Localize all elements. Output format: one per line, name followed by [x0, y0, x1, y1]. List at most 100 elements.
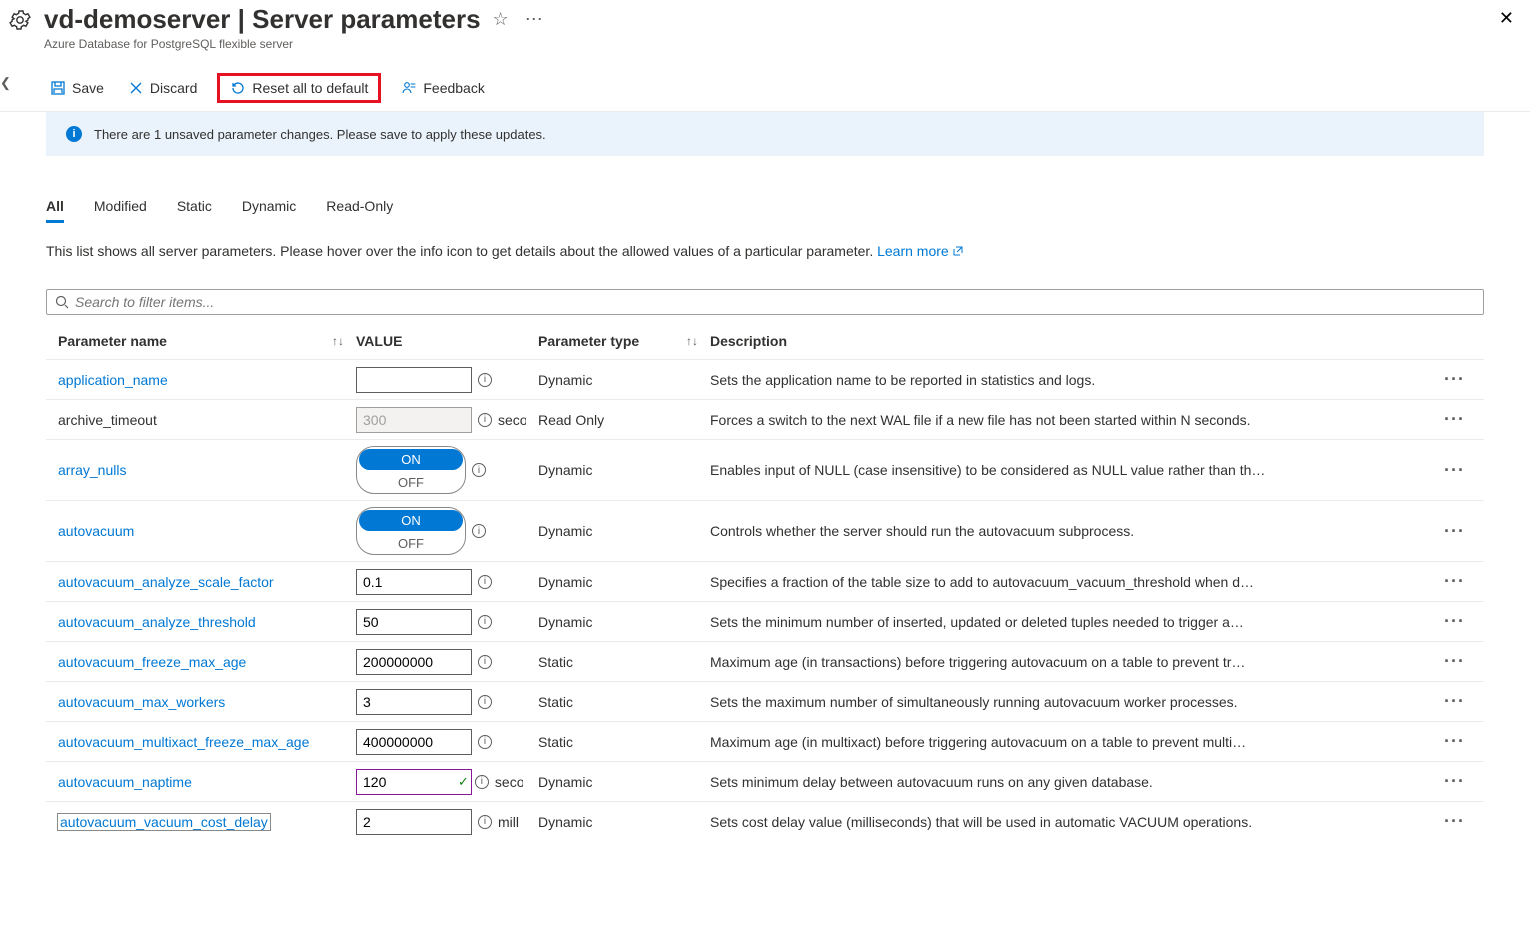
table-row: autovacuum_multixact_freeze_max_age i Stat…: [46, 721, 1484, 761]
parameter-type: Static: [538, 734, 573, 750]
row-more-button[interactable]: ···: [1444, 811, 1465, 831]
info-icon[interactable]: i: [478, 655, 492, 669]
parameter-type: Dynamic: [538, 372, 592, 388]
tab-dynamic[interactable]: Dynamic: [242, 192, 296, 223]
parameter-type: Dynamic: [538, 814, 592, 830]
parameter-description: Sets the maximum number of simultaneousl…: [710, 694, 1444, 710]
toggle-on-off[interactable]: ONOFF: [356, 446, 466, 494]
row-more-button[interactable]: ···: [1444, 691, 1465, 711]
value-input[interactable]: [356, 729, 472, 755]
more-header-button[interactable]: ⋯: [521, 5, 547, 34]
parameter-description: Sets the minimum number of inserted, upd…: [710, 614, 1444, 630]
parameter-description: Sets cost delay value (milliseconds) tha…: [710, 814, 1444, 830]
value-input[interactable]: [356, 689, 472, 715]
table-row: autovacuum_vacuum_cost_delay imill Dynamic…: [46, 801, 1484, 841]
parameter-name-link[interactable]: autovacuum_analyze_threshold: [58, 614, 256, 630]
parameter-description: Specifies a fraction of the table size t…: [710, 574, 1444, 590]
learn-more-link[interactable]: Learn more: [877, 243, 962, 259]
sort-icon: ↑↓: [686, 334, 698, 348]
value-input: [356, 407, 472, 433]
parameter-name-link[interactable]: autovacuum_freeze_max_age: [58, 654, 246, 670]
table-row: autovacuum_analyze_scale_factoriDynamicS…: [46, 561, 1484, 601]
parameter-name-link: archive_timeout: [58, 412, 157, 428]
parameter-name-link[interactable]: autovacuum_analyze_scale_factor: [58, 574, 274, 590]
discard-button[interactable]: Discard: [124, 78, 201, 98]
table-row: autovacuum_naptime✓isecoDynamicSets mini…: [46, 761, 1484, 801]
search-box[interactable]: [46, 289, 1484, 315]
feedback-button[interactable]: Feedback: [397, 78, 488, 98]
parameter-name-link[interactable]: autovacuum_multixact_freeze_max_age: [58, 734, 309, 750]
parameter-name-link[interactable]: array_nulls: [58, 462, 126, 478]
row-more-button[interactable]: ···: [1444, 771, 1465, 791]
info-icon[interactable]: i: [478, 815, 492, 829]
col-header-desc[interactable]: Description: [710, 333, 1444, 349]
parameter-type: Dynamic: [538, 614, 592, 630]
info-icon[interactable]: i: [478, 373, 492, 387]
search-input[interactable]: [75, 294, 1475, 310]
tabs: All Modified Static Dynamic Read-Only: [46, 192, 1484, 223]
parameter-name-link[interactable]: autovacuum_naptime: [58, 774, 192, 790]
col-header-value[interactable]: VALUE: [356, 333, 538, 349]
parameter-name-link[interactable]: autovacuum_max_workers: [58, 694, 225, 710]
table-row: autovacuum_max_workers i Static Sets the ma…: [46, 681, 1484, 721]
table-row: archive_timeoutisecoRead OnlyForces a sw…: [46, 399, 1484, 439]
save-button[interactable]: Save: [46, 78, 108, 98]
reset-highlight: Reset all to default: [217, 73, 381, 103]
gear-icon: [8, 8, 32, 32]
row-more-button[interactable]: ···: [1444, 731, 1465, 751]
row-more-button[interactable]: ···: [1444, 369, 1465, 389]
tab-static[interactable]: Static: [177, 192, 212, 223]
unit-label: mill: [498, 814, 519, 830]
chevron-icon[interactable]: ❮: [0, 75, 11, 91]
parameter-type: Dynamic: [538, 462, 592, 478]
close-button[interactable]: ✕: [1499, 8, 1514, 29]
reset-all-button[interactable]: Reset all to default: [226, 78, 372, 98]
row-more-button[interactable]: ···: [1444, 460, 1465, 480]
parameter-type: Static: [538, 654, 573, 670]
table-header: Parameter name↑↓ VALUE Parameter type↑↓ …: [46, 325, 1484, 359]
parameter-type: Static: [538, 694, 573, 710]
table-row: autovacuumONOFFiDynamicControls whether …: [46, 500, 1484, 561]
value-input[interactable]: [356, 367, 472, 393]
info-icon[interactable]: i: [478, 695, 492, 709]
check-icon: ✓: [458, 774, 469, 790]
col-header-name[interactable]: Parameter name↑↓: [46, 333, 356, 349]
info-icon[interactable]: i: [478, 575, 492, 589]
info-banner: i There are 1 unsaved parameter changes.…: [46, 112, 1484, 156]
value-input[interactable]: [356, 609, 472, 635]
info-icon[interactable]: i: [475, 775, 489, 789]
value-input[interactable]: [356, 769, 472, 795]
info-icon[interactable]: i: [478, 735, 492, 749]
value-input[interactable]: [356, 649, 472, 675]
row-more-button[interactable]: ···: [1444, 571, 1465, 591]
tab-all[interactable]: All: [46, 192, 64, 223]
info-icon[interactable]: i: [478, 615, 492, 629]
info-icon[interactable]: i: [472, 463, 486, 477]
row-more-button[interactable]: ···: [1444, 651, 1465, 671]
parameter-name-link[interactable]: autovacuum: [58, 523, 134, 539]
row-more-button[interactable]: ···: [1444, 521, 1465, 541]
sort-icon: ↑↓: [332, 334, 344, 348]
save-icon: [50, 80, 66, 96]
row-more-button[interactable]: ···: [1444, 409, 1465, 429]
favorite-button[interactable]: ☆: [489, 5, 513, 34]
value-input[interactable]: [356, 809, 472, 835]
tab-readonly[interactable]: Read-Only: [326, 192, 393, 223]
info-icon[interactable]: i: [478, 413, 492, 427]
parameter-description: Maximum age (in multixact) before trigge…: [710, 734, 1444, 750]
reset-icon: [230, 80, 246, 96]
intro-text: This list shows all server parameters. P…: [46, 243, 1484, 259]
toggle-on-off[interactable]: ONOFF: [356, 507, 466, 555]
parameter-name-link[interactable]: autovacuum_vacuum_cost_delay: [58, 814, 270, 830]
table-row: array_nullsONOFFiDynamicEnables input of…: [46, 439, 1484, 500]
tab-modified[interactable]: Modified: [94, 192, 147, 223]
row-more-button[interactable]: ···: [1444, 611, 1465, 631]
parameter-type: Read Only: [538, 412, 604, 428]
value-input[interactable]: [356, 569, 472, 595]
info-icon[interactable]: i: [472, 524, 486, 538]
col-header-type[interactable]: Parameter type↑↓: [538, 333, 710, 349]
table-row: autovacuum_analyze_threshold i Dynamic Sets…: [46, 601, 1484, 641]
parameter-description: Sets the application name to be reported…: [710, 372, 1444, 388]
discard-icon: [128, 80, 144, 96]
parameter-name-link[interactable]: application_name: [58, 372, 168, 388]
